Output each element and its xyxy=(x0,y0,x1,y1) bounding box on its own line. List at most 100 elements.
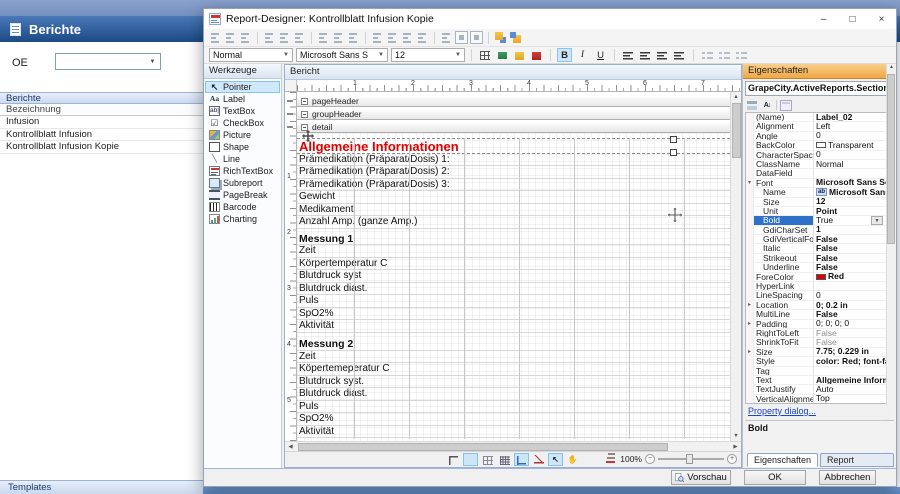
property-row[interactable]: TextJustify Auto ▼ xyxy=(746,385,893,394)
tool-item[interactable]: PageBreak xyxy=(205,189,280,201)
ok-button[interactable]: OK xyxy=(744,470,806,485)
report-label[interactable]: Puls xyxy=(297,401,730,414)
script-icon[interactable] xyxy=(530,49,543,62)
report-label[interactable]: SpO2% xyxy=(297,413,730,426)
property-value[interactable]: 0 ▼ xyxy=(814,151,893,160)
property-value[interactable]: 0; 0.2 in ▼ xyxy=(814,301,893,310)
property-value[interactable]: Top ▼ xyxy=(814,395,893,404)
property-row[interactable]: ▾ Font Microsoft Sans Serif ▼ xyxy=(746,179,893,188)
snap-lines-icon[interactable] xyxy=(496,49,509,62)
collapse-icon[interactable] xyxy=(301,98,308,105)
property-value[interactable]: 1 ▼ xyxy=(814,226,893,235)
property-value[interactable]: Transparent ▼ xyxy=(814,141,893,150)
preview-button[interactable]: Vorschau xyxy=(671,470,731,485)
expander-icon[interactable] xyxy=(746,226,754,235)
expander-icon[interactable] xyxy=(746,235,754,244)
style-combo[interactable]: Normal ▼ xyxy=(209,48,293,62)
increase-space-icon[interactable] xyxy=(386,31,399,44)
property-value[interactable]: False ▼ xyxy=(814,235,893,244)
property-row[interactable]: ShrinkToFit False ▼ xyxy=(746,338,893,347)
expander-icon[interactable] xyxy=(746,113,754,122)
expander-icon[interactable] xyxy=(746,169,754,178)
property-value[interactable]: False ▼ xyxy=(814,329,893,338)
align-centers-icon[interactable] xyxy=(224,31,237,44)
property-row[interactable]: GdiCharSet 1 ▼ xyxy=(746,226,893,235)
expander-icon[interactable] xyxy=(746,244,754,253)
scroll-up-icon[interactable]: ▲ xyxy=(889,64,894,70)
expander-icon[interactable] xyxy=(746,160,754,169)
font-combo[interactable]: Microsoft Sans S ▼ xyxy=(296,48,388,62)
report-label[interactable]: Blutdruck diast. xyxy=(297,388,730,401)
zoom-out-button[interactable]: − xyxy=(645,454,655,464)
expander-icon[interactable] xyxy=(746,122,754,131)
selection-box-icon[interactable] xyxy=(463,453,478,466)
align-center-icon[interactable] xyxy=(638,48,653,62)
property-value[interactable]: ab Microsoft Sans S ▼ xyxy=(814,188,893,197)
property-row[interactable]: Bold True ▼ xyxy=(746,216,893,225)
property-value[interactable]: Left ▼ xyxy=(814,122,893,131)
align-bottoms-icon[interactable] xyxy=(293,31,306,44)
zoom-slider-thumb[interactable] xyxy=(686,454,693,464)
expander-icon[interactable] xyxy=(746,385,754,394)
expander-icon[interactable] xyxy=(746,188,754,197)
oe-dropdown[interactable]: ▼ xyxy=(55,53,161,70)
report-label[interactable]: Prämedikation (Präparat/Dosis) 3: xyxy=(297,179,730,192)
bring-to-front-icon[interactable] xyxy=(494,31,507,44)
expander-icon[interactable]: ▸ xyxy=(746,301,754,310)
report-label[interactable]: Medikament xyxy=(297,204,730,217)
indent-increase-icon[interactable] xyxy=(734,48,749,62)
pan-hand-icon[interactable] xyxy=(565,453,580,466)
property-row[interactable]: Italic False ▼ xyxy=(746,244,893,253)
property-row[interactable]: CharacterSpacing 0 ▼ xyxy=(746,151,893,160)
property-value[interactable]: False ▼ xyxy=(814,338,893,347)
expander-icon[interactable] xyxy=(746,367,754,376)
send-to-back-icon[interactable] xyxy=(509,31,522,44)
property-value[interactable]: Red ▼ xyxy=(814,273,893,282)
property-row[interactable]: LineSpacing 0 ▼ xyxy=(746,291,893,300)
property-value[interactable]: Microsoft Sans Serif ▼ xyxy=(814,179,893,188)
property-row[interactable]: MultiLine False ▼ xyxy=(746,310,893,319)
property-value[interactable]: False ▼ xyxy=(814,244,893,253)
move-handle-icon[interactable] xyxy=(302,130,314,142)
size-to-grid-icon[interactable] xyxy=(440,31,453,44)
bold-button[interactable]: B xyxy=(557,48,572,62)
section-header-bar[interactable]: detail xyxy=(297,122,730,133)
report-label[interactable]: Körpertemperatur C xyxy=(297,258,730,271)
tool-item[interactable]: TextBox xyxy=(205,105,280,117)
space-across-icon[interactable] xyxy=(371,31,384,44)
report-label[interactable]: Blutdruck syst xyxy=(297,270,730,283)
expander-icon[interactable] xyxy=(746,207,754,216)
report-label[interactable]: Köpertemeperatur C xyxy=(297,363,730,376)
alphabetical-sort-icon[interactable] xyxy=(761,100,773,111)
align-left-icon[interactable] xyxy=(621,48,636,62)
vertical-scrollbar[interactable]: ▲ ▼ xyxy=(730,92,741,441)
property-row[interactable]: Alignment Left ▼ xyxy=(746,122,893,131)
object-type-combo[interactable]: GrapeCity.ActiveReports.SectionReportMod… xyxy=(745,81,894,96)
tool-item[interactable]: Subreport xyxy=(205,177,280,189)
property-value[interactable]: Auto ▼ xyxy=(814,385,893,394)
chevron-down-icon[interactable]: ▼ xyxy=(871,216,883,224)
tool-item[interactable]: Pointer xyxy=(205,81,280,93)
snap-angle-icon[interactable] xyxy=(531,453,546,466)
report-label[interactable]: Puls xyxy=(297,295,730,308)
property-value[interactable]: 0 ▼ xyxy=(814,291,893,300)
expander-icon[interactable] xyxy=(746,395,754,404)
expander-icon[interactable] xyxy=(746,141,754,150)
grid-dense-icon[interactable] xyxy=(497,453,512,466)
categorized-icon[interactable] xyxy=(746,100,758,111)
property-row[interactable]: (Name) Label_02 ▼ xyxy=(746,113,893,122)
property-value[interactable]: ▼ xyxy=(814,282,893,291)
property-row[interactable]: RightToLeft False ▼ xyxy=(746,329,893,338)
report-label[interactable]: Messung 2 xyxy=(297,338,730,351)
property-value[interactable]: ▼ xyxy=(814,169,893,178)
property-value[interactable]: Allgemeine Informationen ▼ xyxy=(814,376,893,385)
scroll-left-icon[interactable]: ◀ xyxy=(285,444,296,450)
list-item[interactable]: Infusion xyxy=(0,116,203,129)
scroll-up-icon[interactable]: ▲ xyxy=(731,92,741,102)
templates-bar[interactable]: Templates xyxy=(0,480,203,494)
grid-toggle-icon[interactable] xyxy=(479,49,492,62)
list-item[interactable]: Kontrollblatt Infusion xyxy=(0,129,203,142)
cancel-button[interactable]: Abbrechen xyxy=(819,470,876,485)
align-right-icon[interactable] xyxy=(655,48,670,62)
list-column-header[interactable]: Bezeichnung xyxy=(0,104,203,116)
